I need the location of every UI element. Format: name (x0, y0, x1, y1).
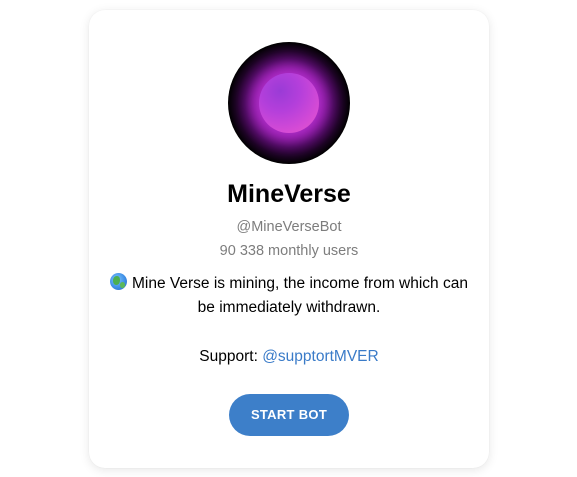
bot-username: @MineVerseBot (236, 219, 342, 235)
bot-name: MineVerse (227, 180, 351, 208)
bot-description-text: Mine Verse is mining, the income from wh… (132, 275, 468, 316)
monthly-users-count: 90 338 monthly users (219, 243, 359, 259)
support-label: Support: (199, 348, 263, 365)
support-line: Support: @supptortMVER (89, 347, 489, 367)
purple-orb-icon (259, 73, 319, 133)
globe-icon (110, 273, 127, 290)
bot-avatar (228, 42, 350, 164)
bot-description: Mine Verse is mining, the income from wh… (109, 272, 469, 320)
start-bot-button[interactable]: START BOT (229, 394, 349, 436)
bot-preview-card: MineVerse @MineVerseBot 90 338 monthly u… (89, 10, 489, 468)
support-link[interactable]: @supptortMVER (262, 348, 379, 365)
